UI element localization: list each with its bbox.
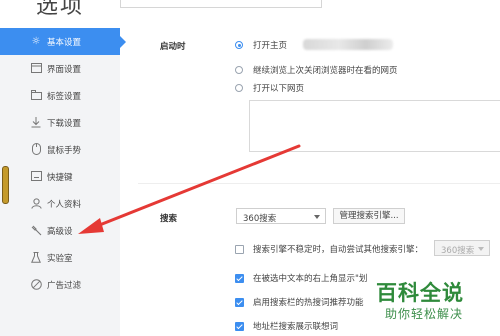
watermark-subtitle: 助你轻松解决 (385, 307, 464, 321)
watermark-logo-text: 百科全说 (376, 281, 464, 305)
